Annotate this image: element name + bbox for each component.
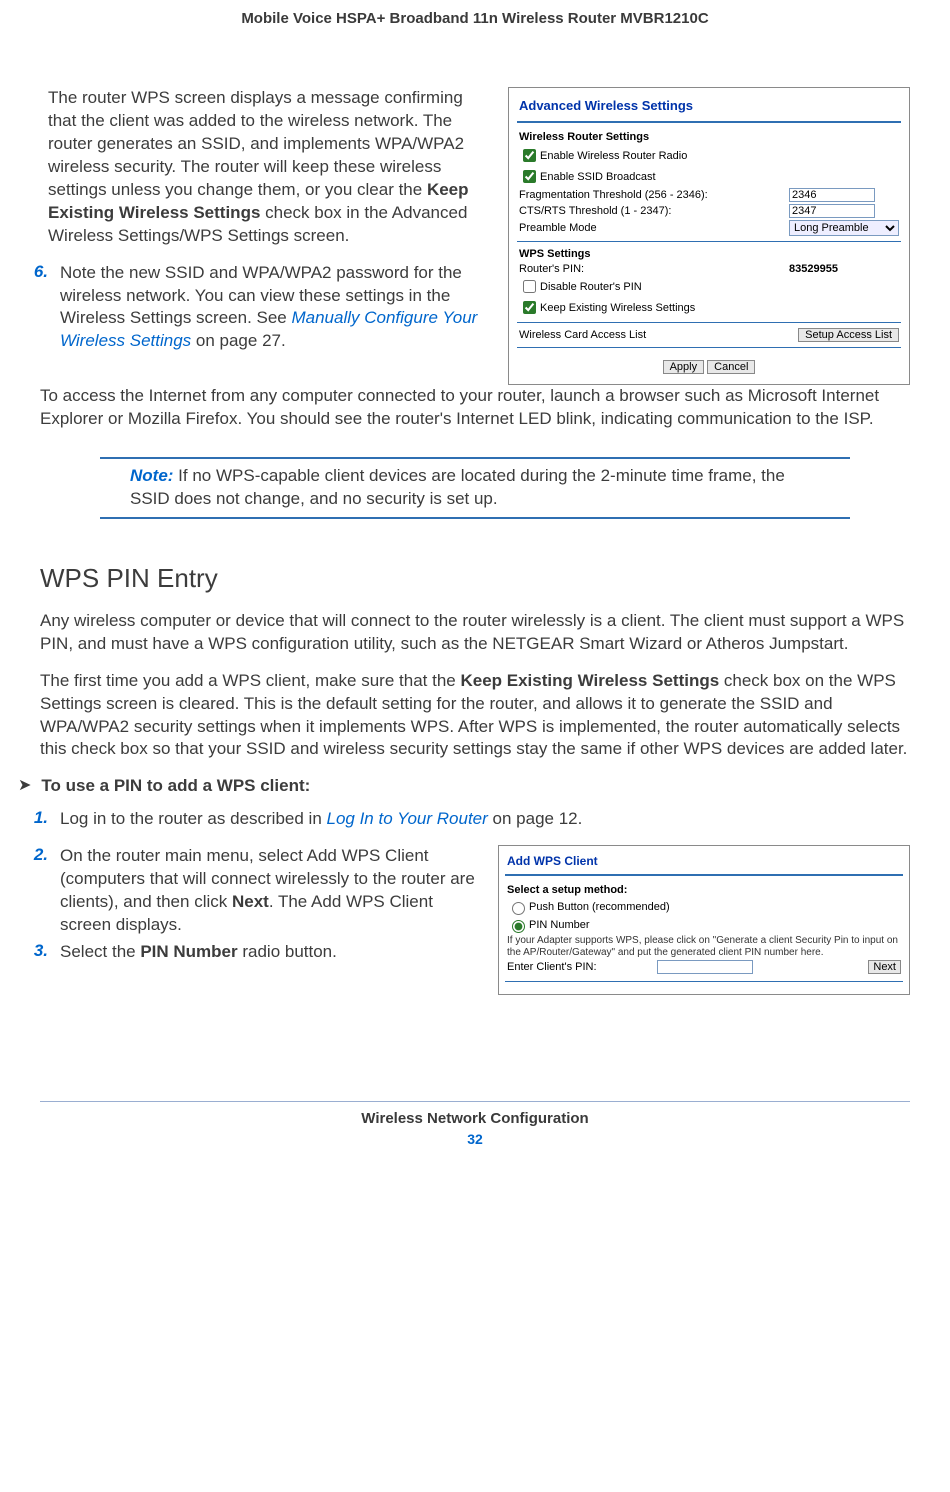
text-fragment: The router WPS screen displays a message… [48, 88, 464, 199]
label-enable-ssid: Enable SSID Broadcast [540, 171, 899, 183]
label-keep-settings: Keep Existing Wireless Settings [540, 302, 899, 314]
footer-section-title: Wireless Network Configuration [40, 1110, 910, 1127]
text-fragment: The first time you add a WPS client, mak… [40, 671, 460, 690]
paragraph-client-def: Any wireless computer or device that wil… [40, 610, 910, 656]
input-frag[interactable] [789, 188, 875, 202]
button-next[interactable]: Next [868, 960, 901, 974]
page-header-title: Mobile Voice HSPA+ Broadband 11n Wireles… [40, 10, 910, 27]
footer-page-number: 32 [40, 1131, 910, 1147]
text-fragment: on page 27. [191, 331, 286, 350]
step-number-2: 2. [24, 845, 48, 937]
button-apply[interactable]: Apply [663, 360, 705, 374]
input-client-pin[interactable] [657, 960, 753, 974]
label-preamble: Preamble Mode [519, 222, 789, 234]
note-text: If no WPS-capable client devices are loc… [130, 466, 785, 508]
page-footer: Wireless Network Configuration 32 [40, 1095, 910, 1147]
checkbox-enable-ssid[interactable] [523, 170, 536, 183]
paragraph-wps-confirm: The router WPS screen displays a message… [48, 87, 488, 248]
section-title-wps-pin: WPS PIN Entry [40, 563, 910, 594]
paragraph-access-internet: To access the Internet from any computer… [40, 385, 910, 431]
label-pin-number: PIN Number [529, 919, 590, 931]
text-bold-next: Next [232, 892, 269, 911]
select-preamble[interactable]: Long Preamble [789, 220, 899, 236]
label-push-button: Push Button (recommended) [529, 901, 670, 913]
text-fragment: Log in to the router as described in [60, 809, 327, 828]
checkbox-enable-radio[interactable] [523, 149, 536, 162]
fine-print-wps: If your Adapter supports WPS, please cli… [499, 934, 909, 959]
router-pin-value: 83529955 [789, 263, 899, 275]
label-access-list: Wireless Card Access List [519, 329, 769, 341]
radio-push-button[interactable] [512, 902, 525, 915]
panel-title-add-wps: Add WPS Client [499, 846, 909, 872]
note-box: Note: If no WPS-capable client devices a… [100, 457, 850, 519]
checkbox-disable-pin[interactable] [523, 280, 536, 293]
step-3-body: Select the PIN Number radio button. [60, 941, 478, 964]
checkbox-keep-settings[interactable] [523, 301, 536, 314]
input-cts[interactable] [789, 204, 875, 218]
screenshot-advanced-wireless: Advanced Wireless Settings Wireless Rout… [508, 87, 910, 385]
button-cancel[interactable]: Cancel [707, 360, 755, 374]
text-fragment: on page 12. [488, 809, 583, 828]
panel-title: Advanced Wireless Settings [509, 88, 909, 119]
text-fragment: radio button. [238, 942, 337, 961]
step-number-1: 1. [24, 808, 48, 831]
text-fragment: Select the [60, 942, 140, 961]
step-2-body: On the router main menu, select Add WPS … [60, 845, 478, 937]
note-label: Note: [130, 466, 173, 485]
label-select-method: Select a setup method: [499, 882, 909, 898]
link-log-in-router[interactable]: Log In to Your Router [327, 809, 488, 828]
button-setup-access-list[interactable]: Setup Access List [798, 328, 899, 342]
screenshot-add-wps-client: Add WPS Client Select a setup method: Pu… [498, 845, 910, 995]
label-cts: CTS/RTS Threshold (1 - 2347): [519, 205, 789, 217]
label-enter-pin: Enter Client's PIN: [507, 961, 597, 973]
step-number-3: 3. [24, 941, 48, 964]
label-router-pin: Router's PIN: [519, 263, 789, 275]
text-bold-pin-number: PIN Number [140, 942, 237, 961]
radio-pin-number[interactable] [512, 920, 525, 933]
label-frag: Fragmentation Threshold (256 - 2346): [519, 189, 789, 201]
step-number-6: 6. [24, 262, 48, 354]
procedure-title: To use a PIN to add a WPS client: [41, 775, 310, 798]
group-wireless-router: Wireless Router Settings [509, 129, 909, 145]
paragraph-first-time: The first time you add a WPS client, mak… [40, 670, 910, 762]
label-disable-pin: Disable Router's PIN [540, 281, 899, 293]
step-1-body: Log in to the router as described in Log… [60, 808, 910, 831]
text-bold-keep-settings-2: Keep Existing Wireless Settings [460, 671, 719, 690]
group-wps: WPS Settings [509, 246, 909, 262]
step-6-body: Note the new SSID and WPA/WPA2 password … [60, 262, 488, 354]
chevron-icon: ➤ [18, 775, 31, 797]
label-enable-radio: Enable Wireless Router Radio [540, 150, 899, 162]
